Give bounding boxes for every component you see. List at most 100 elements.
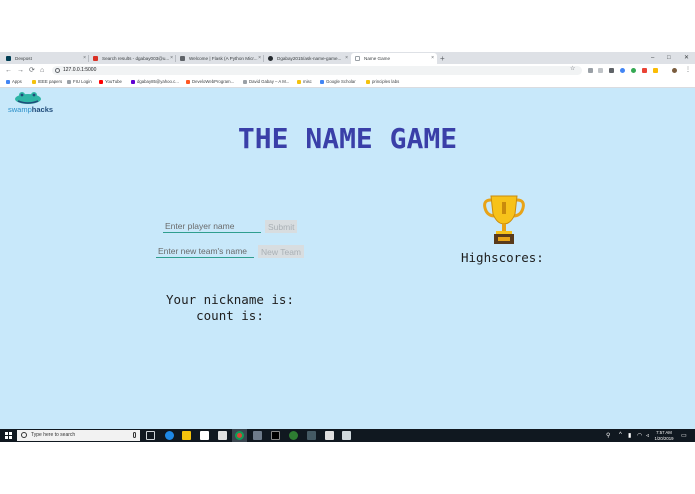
page-favicon-icon: [355, 56, 360, 61]
bookmark-label: IEEE papers: [38, 79, 63, 84]
close-window-button[interactable]: ✕: [684, 52, 689, 64]
mail-icon[interactable]: [200, 431, 209, 440]
close-tab-icon[interactable]: ×: [345, 53, 348, 64]
maximize-button[interactable]: □: [667, 52, 671, 64]
extension-icon[interactable]: [620, 68, 625, 73]
bookmark-david-gabay[interactable]: David Gabay – A M...: [243, 77, 289, 87]
github-favicon-icon: [268, 56, 273, 61]
new-team-button[interactable]: New Team: [258, 245, 304, 258]
bookmark-label: DeveloWebProgram...: [192, 79, 235, 84]
people-icon[interactable]: ⚲: [606, 432, 610, 439]
bookmark-yahoo[interactable]: dgabay85@yahoo.c...: [131, 77, 179, 87]
tab-name-game[interactable]: Name Game ×: [351, 53, 437, 64]
profile-avatar[interactable]: [672, 68, 677, 73]
file-explorer-icon[interactable]: [182, 431, 191, 440]
bookmark-label: YouTube: [105, 79, 122, 84]
tab-flask[interactable]: Welcome | Flask (A Python Micr... ×: [176, 53, 264, 64]
gmail-favicon-icon: [93, 56, 98, 61]
clock[interactable]: 7:57 AM 1/20/2019: [652, 430, 676, 442]
app-icon[interactable]: [253, 431, 262, 440]
alligator-icon: [15, 92, 41, 104]
bookmark-ieee-papers[interactable]: IEEE papers: [32, 77, 62, 87]
tab-github[interactable]: Dgabay2015/ask-name-game... ×: [264, 53, 351, 64]
menu-icon[interactable]: ⋮: [685, 65, 691, 76]
extension-icon[interactable]: [631, 68, 636, 73]
highscores-label: Highscores:: [461, 250, 544, 265]
trophy-icon: [483, 195, 525, 244]
edge-icon[interactable]: [165, 431, 174, 440]
page-content: swamphacks THE NAME GAME Submit New Team…: [0, 88, 695, 429]
team-name-input[interactable]: [156, 244, 254, 258]
folder-icon: [366, 80, 370, 84]
url-text: 127.0.0.1:5000: [63, 67, 97, 73]
notifications-icon[interactable]: ▭: [681, 432, 687, 439]
yahoo-icon: [131, 80, 135, 84]
close-tab-icon[interactable]: ×: [170, 53, 173, 64]
app-icon[interactable]: [307, 431, 316, 440]
extension-icon[interactable]: [653, 68, 658, 73]
spotify-icon[interactable]: [289, 431, 298, 440]
submit-button[interactable]: Submit: [265, 220, 298, 233]
forward-icon[interactable]: →: [17, 65, 24, 76]
toolbar: ← → ⟳ ⌂ 127.0.0.1:5000 ☆ ⋮: [0, 64, 695, 77]
close-tab-icon[interactable]: ×: [258, 53, 261, 64]
search-placeholder: Type here to search: [31, 432, 76, 438]
bookmark-fiu-login[interactable]: FIU Login: [67, 77, 92, 87]
extension-icon[interactable]: [609, 68, 614, 73]
player-name-input[interactable]: [163, 219, 261, 233]
back-icon[interactable]: ←: [5, 65, 12, 76]
start-pane: [5, 436, 8, 439]
show-hidden-icons[interactable]: ^: [619, 432, 622, 438]
new-tab-button[interactable]: +: [440, 53, 445, 64]
bookmark-star-icon[interactable]: ☆: [570, 65, 575, 74]
devpost-favicon-icon: [6, 56, 11, 61]
close-tab-icon[interactable]: ×: [83, 53, 86, 64]
bookmark-develo[interactable]: DeveloWebProgram...: [186, 77, 234, 87]
nickname-label: Your nickname is:: [166, 292, 294, 307]
tab-devpost[interactable]: Devpost ×: [2, 53, 89, 64]
volume-icon[interactable]: ◃: [646, 432, 649, 439]
bookmark-google-scholar[interactable]: Google Scholar: [320, 77, 356, 87]
taskbar-search[interactable]: Type here to search: [17, 430, 140, 441]
windows-start-button[interactable]: [5, 432, 12, 439]
logo-hacks: hacks: [31, 105, 54, 114]
tab-search-results[interactable]: Search results - dgabay003@u... ×: [89, 53, 176, 64]
bookmark-apps[interactable]: Apps: [6, 77, 22, 87]
battery-icon[interactable]: ▮: [628, 432, 631, 439]
calculator-icon[interactable]: [325, 431, 334, 440]
folder-icon: [32, 80, 36, 84]
info-icon[interactable]: [55, 68, 60, 73]
count-label: count is:: [196, 308, 264, 323]
start-pane: [5, 432, 8, 435]
wifi-icon[interactable]: ◠: [637, 432, 642, 439]
bookmark-label: David Gabay – A M...: [249, 79, 290, 84]
bookmark-principles-labs[interactable]: principles labs: [366, 77, 399, 87]
bookmarks-bar: Apps IEEE papers FIU Login YouTube dgaba…: [0, 77, 695, 88]
folder-icon: [297, 80, 301, 84]
extension-icon[interactable]: [642, 68, 647, 73]
tab-label: Search results - dgabay003@u...: [102, 56, 170, 61]
store-icon[interactable]: [218, 431, 227, 440]
screenshot: Devpost × Search results - dgabay003@u..…: [0, 52, 695, 442]
task-view-icon[interactable]: [146, 431, 155, 440]
tab-label: Devpost: [15, 56, 32, 61]
extension-icon[interactable]: [598, 68, 603, 73]
microphone-icon[interactable]: [133, 432, 136, 438]
apps-icon: [6, 80, 10, 84]
youtube-icon: [99, 80, 103, 84]
bookmark-youtube[interactable]: YouTube: [99, 77, 122, 87]
terminal-icon[interactable]: [271, 431, 280, 440]
home-icon[interactable]: ⌂: [40, 65, 44, 76]
close-tab-icon[interactable]: ×: [431, 53, 434, 64]
swamphacks-logo[interactable]: swamphacks: [5, 90, 55, 114]
photos-icon[interactable]: [342, 431, 351, 440]
address-bar[interactable]: 127.0.0.1:5000 ☆: [52, 66, 582, 75]
tab-label: Dgabay2015/ask-name-game...: [277, 56, 342, 61]
minimize-button[interactable]: –: [651, 52, 654, 64]
cortana-icon: [21, 432, 27, 438]
tab-strip: Devpost × Search results - dgabay003@u..…: [0, 52, 695, 64]
reload-icon[interactable]: ⟳: [29, 65, 35, 76]
chrome-icon[interactable]: [235, 431, 244, 440]
extension-icon[interactable]: [588, 68, 593, 73]
bookmark-misc[interactable]: misc: [297, 77, 312, 87]
